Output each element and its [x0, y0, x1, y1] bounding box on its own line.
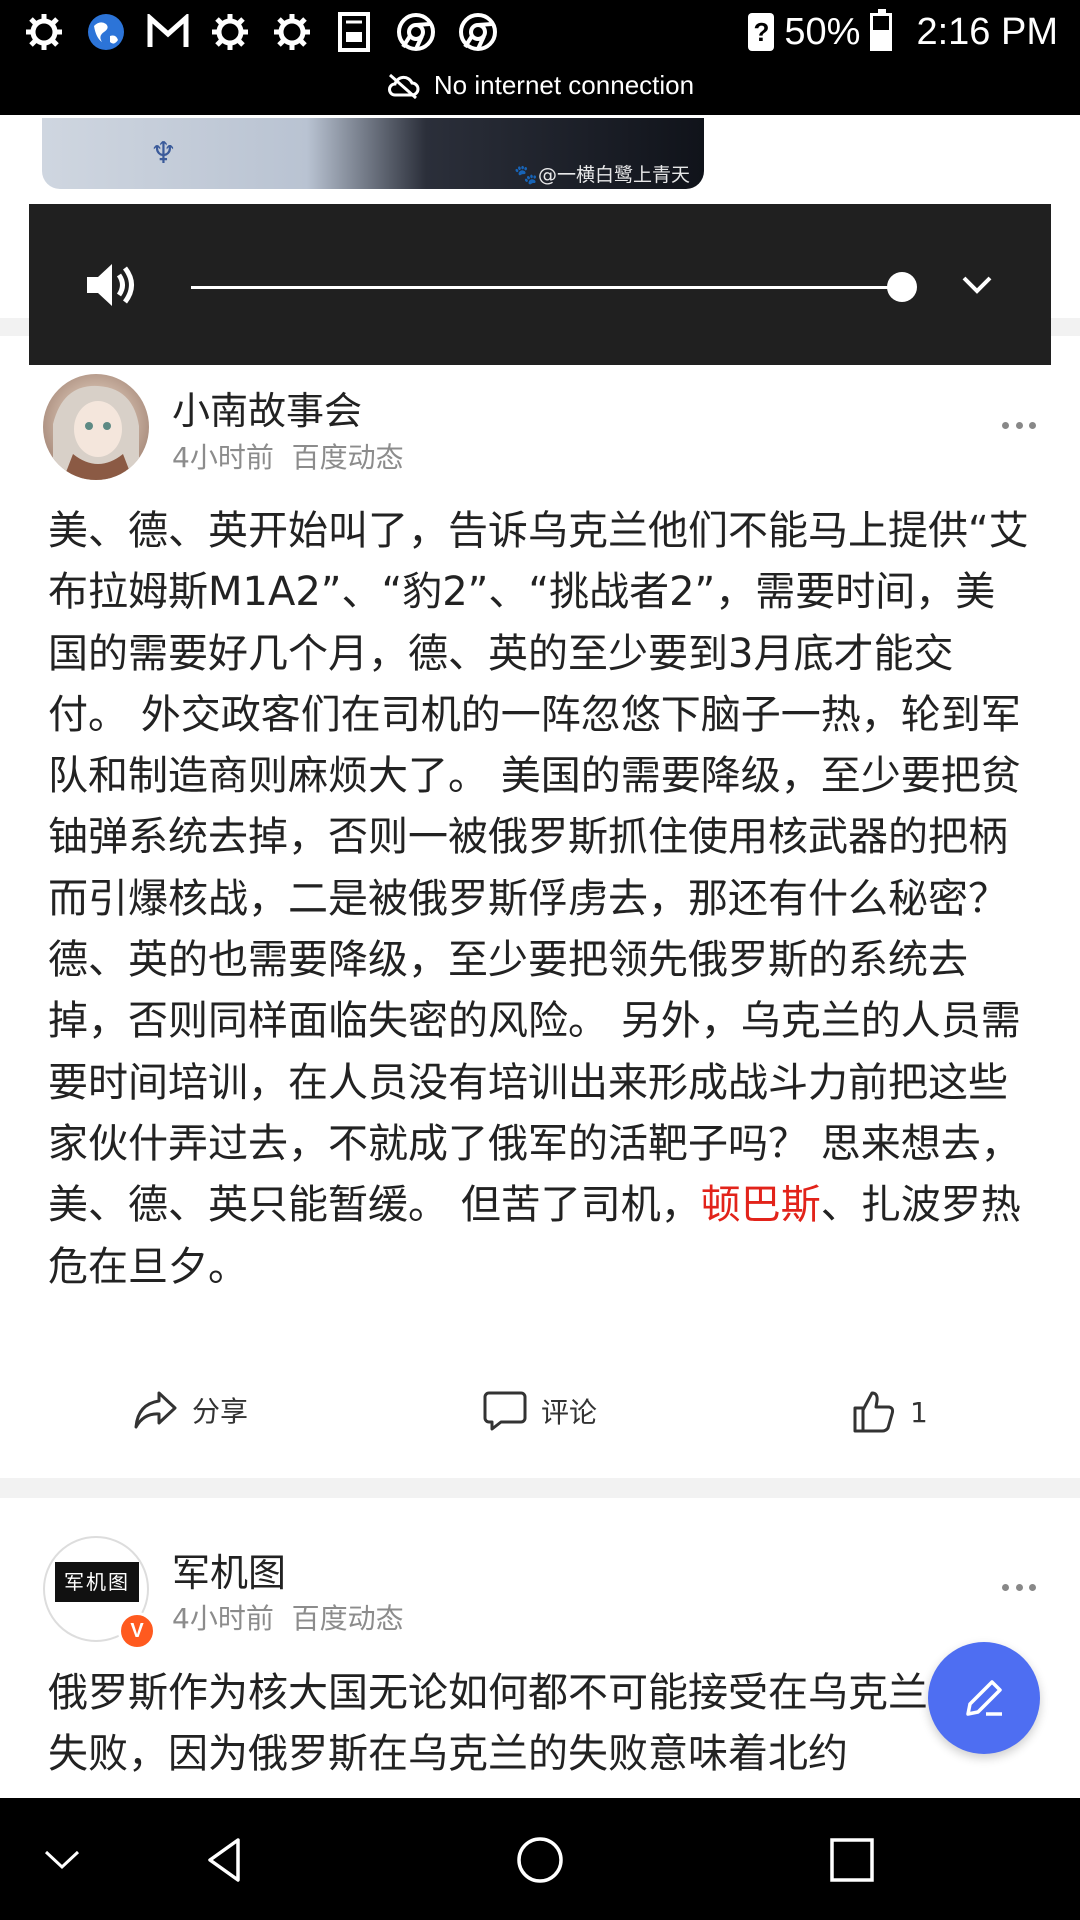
image-watermark: 🐾@一横白鹭上青天 [514, 164, 690, 186]
avatar-logo-text: 军机图 [55, 1562, 139, 1602]
system-status: ? 50% 2:16 PM [748, 8, 1058, 56]
settings-gear-icon [22, 10, 66, 54]
verified-badge-icon: V [118, 1612, 156, 1650]
globe-icon [84, 10, 128, 54]
thumbs-up-icon [853, 1391, 895, 1433]
post-time: 4小时前 [172, 441, 274, 474]
comment-icon [483, 1391, 527, 1431]
chevron-down-icon[interactable] [34, 1832, 90, 1888]
share-button[interactable]: 分享 [132, 1390, 248, 1430]
gmail-icon [146, 10, 190, 54]
unknown-notification-icon: ? [748, 13, 775, 51]
notification-icons [22, 10, 500, 54]
cloud-off-icon [387, 73, 420, 99]
volume-slider-track[interactable] [191, 286, 907, 289]
volume-slider-thumb[interactable] [887, 272, 917, 302]
recents-icon[interactable] [824, 1832, 880, 1888]
post-source: 百度动态 [291, 1602, 404, 1635]
share-label: 分享 [192, 1395, 249, 1428]
chrome-icon [394, 10, 438, 54]
like-count: 1 [910, 1395, 928, 1429]
post-time: 4小时前 [172, 1602, 274, 1635]
post-content[interactable]: 俄罗斯作为核大国无论如何都不可能接受在乌克兰战场失败，因为俄罗斯在乌克兰的失败意… [48, 1663, 1033, 1803]
like-button[interactable]: 1 [852, 1390, 928, 1434]
connection-banner: No internet connection [0, 70, 1080, 101]
post-meta: 4小时前 百度动态 [172, 436, 404, 476]
settings-gear-icon [208, 10, 252, 54]
battery-percentage: 50% [784, 10, 861, 53]
post-source: 百度动态 [291, 441, 404, 474]
author-name[interactable]: 军机图 [172, 1542, 286, 1597]
battery-icon [870, 9, 893, 51]
post-image[interactable]: ♆ 🐾@一横白鹭上青天 [42, 118, 704, 189]
clock: 2:16 PM [916, 10, 1058, 53]
post-meta: 4小时前 百度动态 [172, 1597, 404, 1637]
comment-label: 评论 [541, 1396, 598, 1429]
settings-gear-icon [270, 10, 314, 54]
compose-button[interactable] [928, 1642, 1040, 1754]
volume-icon[interactable] [84, 260, 140, 310]
more-options-icon[interactable] [1002, 422, 1036, 432]
dictionary-icon [332, 10, 376, 54]
comment-button[interactable]: 评论 [483, 1390, 597, 1432]
status-bar: ? 50% 2:16 PM No internet connection [0, 0, 1080, 115]
trident-emblem-icon: ♆ [150, 136, 177, 171]
post-content[interactable]: 美、德、英开始叫了，告诉乌克兰他们不能马上提供“艾布拉姆斯M1A2”、“豹2”、… [48, 501, 1033, 1298]
volume-panel [29, 204, 1051, 365]
home-icon[interactable] [512, 1832, 568, 1888]
connection-text: No internet connection [433, 70, 695, 100]
pencil-icon [966, 1680, 1002, 1716]
chrome-icon [456, 10, 500, 54]
topic-link[interactable]: 顿巴斯 [701, 1182, 821, 1228]
more-options-icon[interactable] [1002, 1584, 1036, 1594]
author-name[interactable]: 小南故事会 [172, 380, 362, 435]
back-icon[interactable] [198, 1832, 254, 1888]
navigation-bar [0, 1798, 1080, 1920]
avatar[interactable] [43, 374, 149, 480]
chevron-down-icon[interactable] [954, 264, 1000, 304]
post-text: 美、德、英开始叫了，告诉乌克兰他们不能马上提供“艾布拉姆斯M1A2”、“豹2”、… [48, 508, 1029, 1229]
post-separator [0, 1478, 1080, 1498]
share-icon [134, 1391, 177, 1429]
